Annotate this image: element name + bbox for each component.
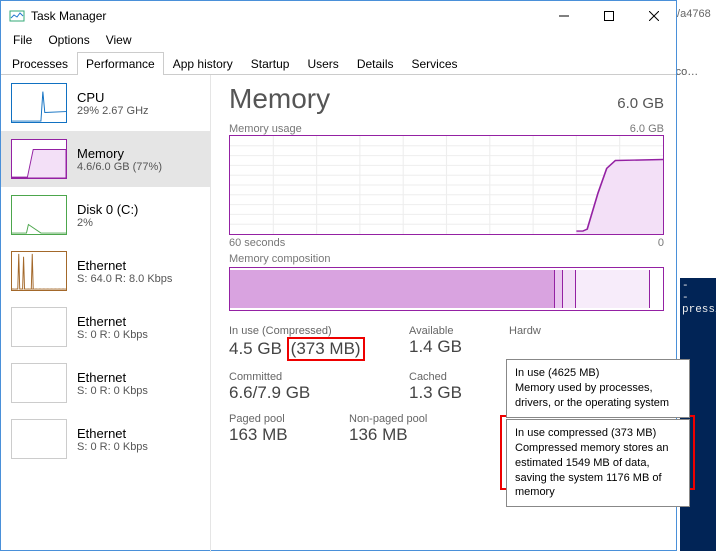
eth1-thumb-chart <box>11 251 67 291</box>
sidebar: CPU 29% 2.67 GHz Memory 4.6/6.0 GB (77%) <box>1 75 211 552</box>
inuse-value: 4.5 GB (373 MB) <box>229 337 379 361</box>
tab-processes[interactable]: Processes <box>3 52 77 75</box>
sidebar-item-ethernet-1[interactable]: Ethernet S: 64.0 R: 8.0 Kbps <box>1 243 210 299</box>
memory-capacity: 6.0 GB <box>617 95 664 112</box>
memory-usage-chart[interactable] <box>229 135 664 235</box>
usage-chart-label: Memory usage <box>229 123 302 135</box>
memory-composition-chart[interactable] <box>229 267 664 311</box>
nonpaged-value: 136 MB <box>349 425 427 445</box>
sidebar-eth3-sub: S: 0 R: 0 Kbps <box>77 385 148 397</box>
tooltip-inuse-body: Memory used by processes, drivers, or th… <box>515 381 681 411</box>
menu-view[interactable]: View <box>98 31 140 51</box>
sidebar-disk-sub: 2% <box>77 217 138 229</box>
paged-value: 163 MB <box>229 425 319 445</box>
committed-value: 6.6/7.9 GB <box>229 383 379 403</box>
sidebar-eth3-name: Ethernet <box>77 370 148 385</box>
tab-app-history[interactable]: App history <box>164 52 242 75</box>
tooltip-compressed-body: Compressed memory stores an estimated 15… <box>515 441 681 500</box>
page-title: Memory <box>229 83 330 115</box>
tab-bar: Processes Performance App history Startu… <box>1 51 676 75</box>
tab-services[interactable]: Services <box>403 52 467 75</box>
sidebar-item-memory[interactable]: Memory 4.6/6.0 GB (77%) <box>1 131 210 187</box>
memory-thumb-chart <box>11 139 67 179</box>
sidebar-disk-name: Disk 0 (C:) <box>77 202 138 217</box>
tooltip-compressed-title: In use compressed (373 MB) <box>515 426 681 441</box>
usage-chart-max: 6.0 GB <box>630 123 664 135</box>
powershell-text: - - pressio <box>682 280 714 316</box>
eth4-thumb-chart <box>11 419 67 459</box>
committed-label: Committed <box>229 371 379 383</box>
sidebar-eth2-sub: S: 0 R: 0 Kbps <box>77 329 148 341</box>
minimize-button[interactable] <box>541 1 586 31</box>
close-button[interactable] <box>631 1 676 31</box>
eth3-thumb-chart <box>11 363 67 403</box>
tab-startup[interactable]: Startup <box>242 52 299 75</box>
sidebar-item-ethernet-3[interactable]: Ethernet S: 0 R: 0 Kbps <box>1 355 210 411</box>
task-manager-icon <box>9 8 25 24</box>
available-value: 1.4 GB <box>409 337 479 357</box>
maximize-button[interactable] <box>586 1 631 31</box>
sidebar-cpu-name: CPU <box>77 90 149 105</box>
available-label: Available <box>409 325 479 337</box>
composition-label: Memory composition <box>229 253 330 265</box>
menu-options[interactable]: Options <box>40 31 97 51</box>
sidebar-item-ethernet-4[interactable]: Ethernet S: 0 R: 0 Kbps <box>1 411 210 467</box>
sidebar-cpu-sub: 29% 2.67 GHz <box>77 105 149 117</box>
sidebar-eth4-name: Ethernet <box>77 426 148 441</box>
inuse-label: In use (Compressed) <box>229 325 379 337</box>
menu-file[interactable]: File <box>5 31 40 51</box>
paged-label: Paged pool <box>229 413 319 425</box>
tooltip-inuse-title: In use (4625 MB) <box>515 366 681 381</box>
sidebar-mem-sub: 4.6/6.0 GB (77%) <box>77 161 162 173</box>
tab-performance[interactable]: Performance <box>77 52 164 75</box>
tab-details[interactable]: Details <box>348 52 403 75</box>
sidebar-mem-name: Memory <box>77 146 162 161</box>
sidebar-item-ethernet-2[interactable]: Ethernet S: 0 R: 0 Kbps <box>1 299 210 355</box>
eth2-thumb-chart <box>11 307 67 347</box>
sidebar-eth2-name: Ethernet <box>77 314 148 329</box>
compressed-value-highlight: (373 MB) <box>287 337 365 361</box>
menu-bar: File Options View <box>1 31 676 51</box>
sidebar-eth1-name: Ethernet <box>77 258 172 273</box>
titlebar[interactable]: Task Manager <box>1 1 676 31</box>
xaxis-right: 0 <box>658 237 664 249</box>
sidebar-item-disk[interactable]: Disk 0 (C:) 2% <box>1 187 210 243</box>
sidebar-item-cpu[interactable]: CPU 29% 2.67 GHz <box>1 75 210 131</box>
tooltip-inuse: In use (4625 MB) Memory used by processe… <box>506 359 690 418</box>
sidebar-eth1-sub: S: 64.0 R: 8.0 Kbps <box>77 273 172 285</box>
cached-value: 1.3 GB <box>409 383 462 403</box>
disk-thumb-chart <box>11 195 67 235</box>
xaxis-left: 60 seconds <box>229 237 285 249</box>
cached-label: Cached <box>409 371 462 383</box>
window-title: Task Manager <box>31 9 541 23</box>
tab-users[interactable]: Users <box>298 52 347 75</box>
nonpaged-label: Non-paged pool <box>349 413 427 425</box>
cpu-thumb-chart <box>11 83 67 123</box>
sidebar-eth4-sub: S: 0 R: 0 Kbps <box>77 441 148 453</box>
tooltip-compressed: In use compressed (373 MB) Compressed me… <box>506 419 690 507</box>
hardware-label: Hardw <box>509 325 541 337</box>
